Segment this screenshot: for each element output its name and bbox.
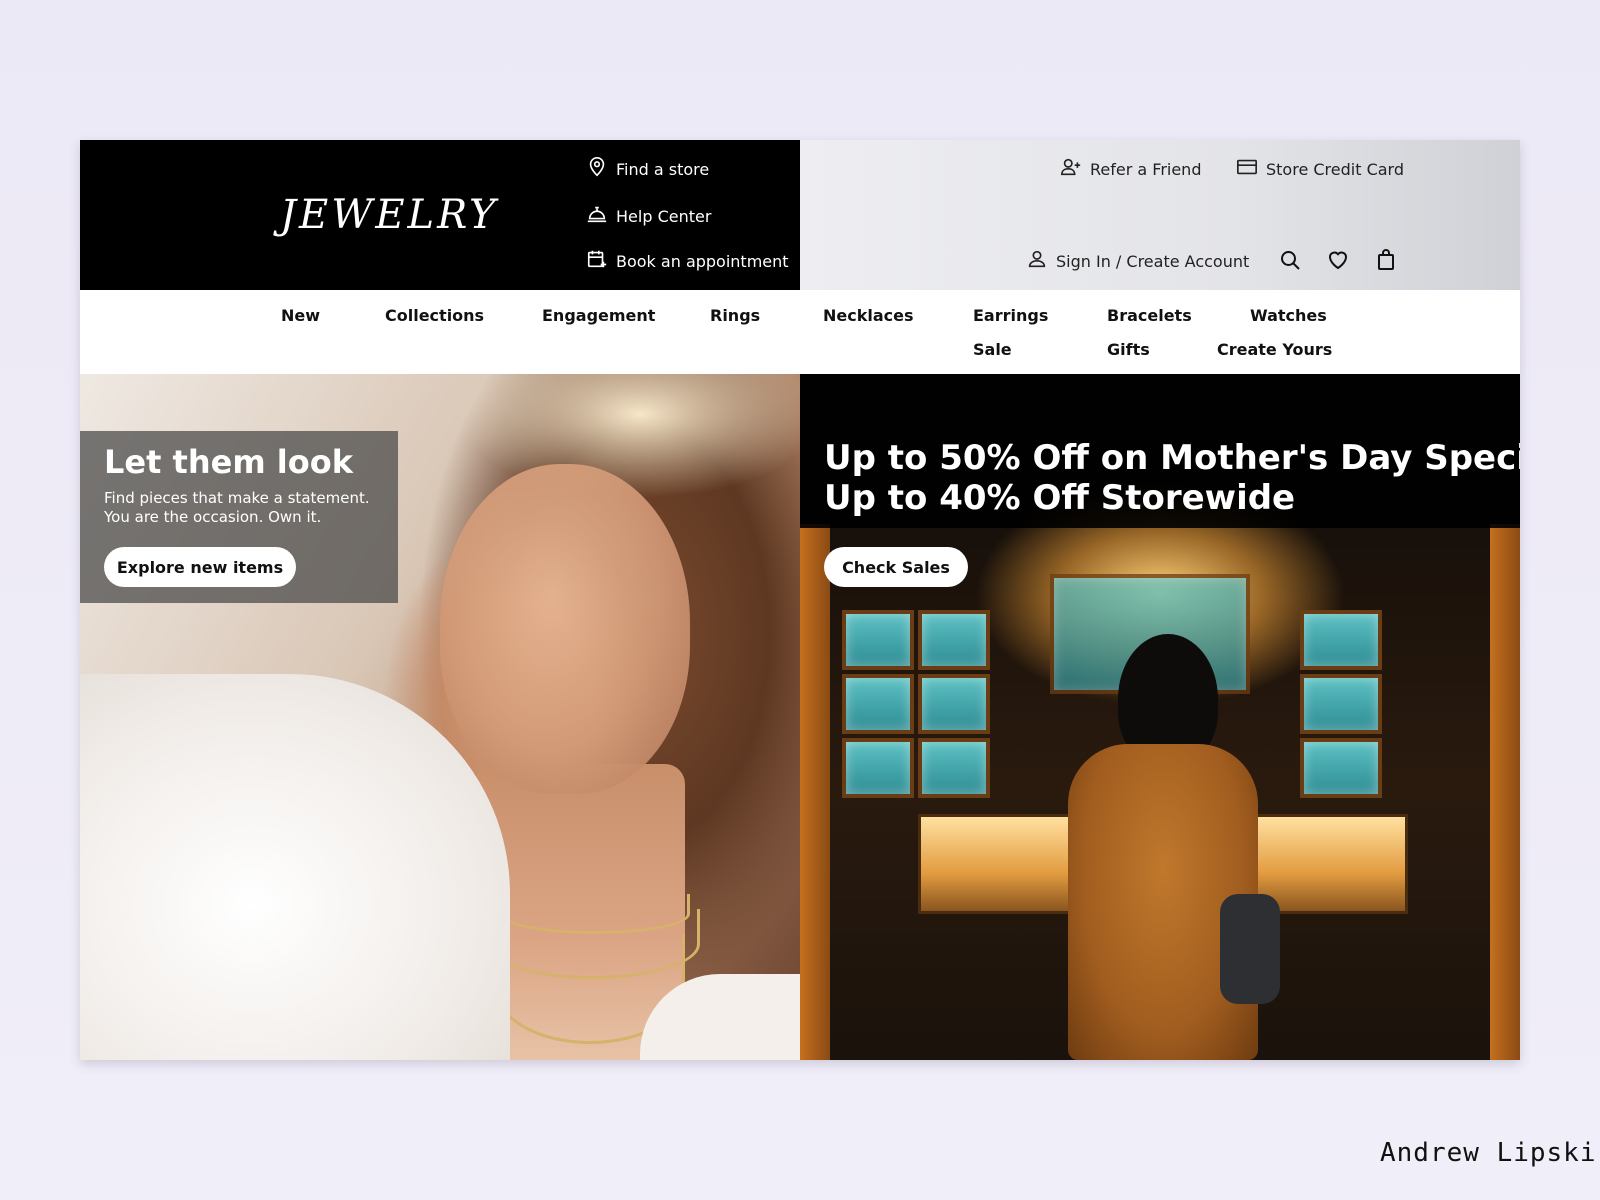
hero-right-banner: Up to 50% Off on Mother's Day Specials U… xyxy=(800,374,1520,1060)
nav-item-create-yours[interactable]: Create Yours xyxy=(1217,340,1332,359)
refer-friend-label: Refer a Friend xyxy=(1090,159,1202,179)
website-frame: JEWELRY Find a store Help Center Book an… xyxy=(80,140,1520,1060)
nav-item-rings[interactable]: Rings xyxy=(710,306,760,325)
credit-card-icon xyxy=(1236,156,1258,182)
nav-item-earrings[interactable]: Earrings xyxy=(973,306,1048,325)
nav-item-necklaces[interactable]: Necklaces xyxy=(823,306,914,325)
nav-item-engagement[interactable]: Engagement xyxy=(542,306,655,325)
header-light-section: Refer a Friend Store Credit Card Sign In… xyxy=(800,140,1520,290)
header-dark-section: JEWELRY Find a store Help Center Book an… xyxy=(80,140,800,290)
book-appointment-link[interactable]: Book an appointment xyxy=(586,248,789,274)
hero-left-title: Let them look xyxy=(104,443,354,481)
user-icon xyxy=(1026,248,1048,274)
refer-friend-link[interactable]: Refer a Friend xyxy=(1060,156,1201,182)
nav-item-collections[interactable]: Collections xyxy=(385,306,484,325)
author-credit: Andrew Lipski xyxy=(1380,1138,1597,1168)
service-bell-icon xyxy=(586,203,608,229)
find-store-label: Find a store xyxy=(616,159,710,179)
brand-logo[interactable]: JEWELRY xyxy=(280,192,498,238)
store-credit-link[interactable]: Store Credit Card xyxy=(1236,156,1404,182)
book-appointment-label: Book an appointment xyxy=(616,251,789,271)
main-navigation: New Collections Engagement Rings Necklac… xyxy=(80,290,1520,374)
explore-new-items-button[interactable]: Explore new items xyxy=(104,547,296,587)
hero-left-line-2: You are the occasion. Own it. xyxy=(104,508,322,526)
heart-icon[interactable] xyxy=(1325,247,1351,273)
shopping-bag-icon[interactable] xyxy=(1373,247,1399,273)
hero-left-line-1: Find pieces that make a statement. xyxy=(104,489,370,507)
sign-in-link[interactable]: Sign In / Create Account xyxy=(1026,248,1249,274)
nav-item-watches[interactable]: Watches xyxy=(1250,306,1327,325)
hero-right-title-2: Up to 40% Off Storewide xyxy=(824,478,1296,518)
nav-item-gifts[interactable]: Gifts xyxy=(1107,340,1150,359)
calendar-add-icon xyxy=(586,248,608,274)
hero-left-promo: Let them look Find pieces that make a st… xyxy=(80,431,398,603)
help-center-link[interactable]: Help Center xyxy=(586,203,711,229)
map-pin-icon xyxy=(586,156,608,182)
hero-right-title-1: Up to 50% Off on Mother's Day Specials xyxy=(824,438,1520,478)
nav-item-sale[interactable]: Sale xyxy=(973,340,1012,359)
nav-item-new[interactable]: New xyxy=(281,306,320,325)
user-add-icon xyxy=(1060,156,1082,182)
store-credit-label: Store Credit Card xyxy=(1266,159,1405,179)
find-store-link[interactable]: Find a store xyxy=(586,156,709,182)
nav-item-bracelets[interactable]: Bracelets xyxy=(1107,306,1192,325)
hero-left-banner: Let them look Find pieces that make a st… xyxy=(80,374,800,1060)
check-sales-button[interactable]: Check Sales xyxy=(824,547,968,587)
help-center-label: Help Center xyxy=(616,206,712,226)
search-icon[interactable] xyxy=(1277,247,1303,273)
sign-in-label: Sign In / Create Account xyxy=(1056,251,1250,271)
